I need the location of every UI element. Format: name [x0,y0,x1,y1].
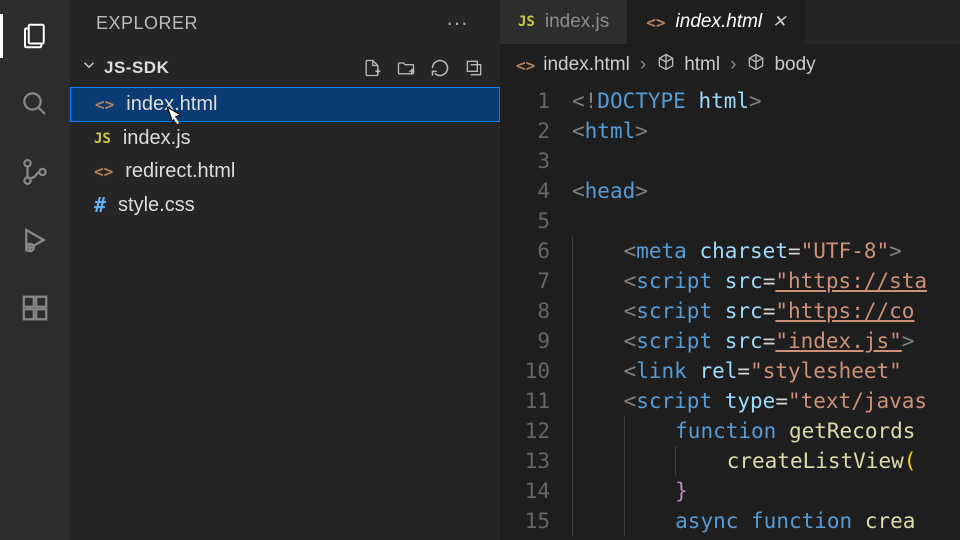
file-list: <> index.html JS index.js <> redirect.html # st… [70,85,500,222]
line-number: 15 [500,506,550,536]
chevron-down-icon [80,56,98,79]
more-icon[interactable]: ··· [442,10,472,36]
breadcrumb-item[interactable]: html [656,52,720,78]
editor-tab[interactable]: <> index.html ✕ [628,0,805,44]
source-control-icon[interactable] [17,154,53,190]
folder-actions [362,58,484,78]
file-item[interactable]: JS index.js [70,122,500,155]
chevron-right-icon: › [640,54,646,76]
explorer-sidebar: EXPLORER ··· JS-SDK <> index.html JS index.… [70,0,500,540]
collapse-icon[interactable] [464,58,484,78]
file-item[interactable]: <> index.html [70,87,500,122]
chevron-right-icon: › [730,54,736,76]
line-number: 12 [500,416,550,446]
code-editor[interactable]: 123456789101112131415 <!DOCTYPE html><ht… [500,86,960,540]
file-item[interactable]: # style.css [70,188,500,222]
line-number: 5 [500,206,550,236]
folder-name: JS-SDK [104,58,169,78]
line-number: 11 [500,386,550,416]
file-name: redirect.html [125,160,235,183]
line-number: 13 [500,446,550,476]
line-number: 1 [500,86,550,116]
html-file-icon: <> [646,13,665,32]
extensions-icon[interactable] [17,290,53,326]
folder-header[interactable]: JS-SDK [70,50,500,85]
breadcrumb-item[interactable]: <>index.html [516,54,630,76]
line-number: 14 [500,476,550,506]
breadcrumb-item[interactable]: body [746,52,815,78]
line-number: 7 [500,266,550,296]
activity-bar [0,0,70,540]
new-file-icon[interactable] [362,58,382,78]
editor-area: JSindex.js<>index.html✕ <>index.html›htm… [500,0,960,540]
close-icon[interactable]: ✕ [772,12,786,32]
run-debug-icon[interactable] [17,222,53,258]
symbol-icon [746,52,766,78]
js-file-icon: JS [518,14,535,30]
html-file-icon: <> [94,162,113,181]
search-icon[interactable] [17,86,53,122]
refresh-icon[interactable] [430,58,450,78]
explorer-icon[interactable] [17,18,53,54]
html-file-icon: <> [95,95,114,114]
css-file-icon: # [94,193,106,217]
line-number: 3 [500,146,550,176]
symbol-icon [656,52,676,78]
line-gutter: 123456789101112131415 [500,86,572,540]
tab-label: index.html [676,11,763,33]
line-number: 8 [500,296,550,326]
tab-label: index.js [545,11,609,33]
file-name: index.js [123,127,191,150]
html-file-icon: <> [516,56,535,75]
line-number: 9 [500,326,550,356]
sidebar-title: EXPLORER [96,13,198,34]
file-name: index.html [126,93,217,116]
new-folder-icon[interactable] [396,58,416,78]
line-number: 6 [500,236,550,266]
file-item[interactable]: <> redirect.html [70,155,500,188]
editor-tab[interactable]: JS index.js [500,0,628,44]
breadcrumb[interactable]: <>index.html › html › body [500,44,960,86]
file-name: style.css [118,194,195,217]
line-number: 2 [500,116,550,146]
code-content[interactable]: <!DOCTYPE html><html> <head> <meta chars… [572,86,960,540]
line-number: 4 [500,176,550,206]
tab-bar: JS index.js <> index.html ✕ [500,0,960,44]
js-file-icon: JS [94,131,111,147]
line-number: 10 [500,356,550,386]
